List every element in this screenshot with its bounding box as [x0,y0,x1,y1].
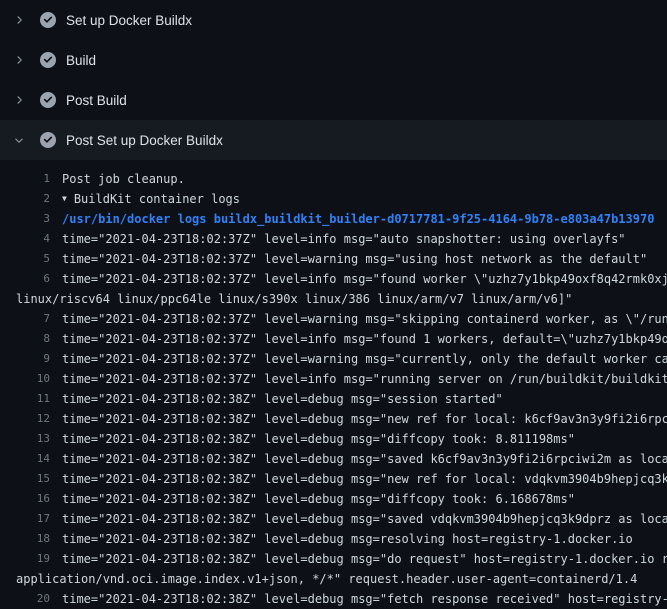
check-circle-icon [40,132,56,148]
log-text: time="2021-04-23T18:02:37Z" level=warnin… [62,349,667,369]
log-line-continuation: application/vnd.oci.image.index.v1+json,… [0,569,667,589]
log-line: 12 time="2021-04-23T18:02:38Z" level=debu… [0,409,667,429]
log-line: 17 time="2021-04-23T18:02:38Z" level=debu… [0,509,667,529]
log-text: time="2021-04-23T18:02:38Z" level=debug … [62,509,667,529]
line-number[interactable]: 6 [0,269,50,289]
log-text: time="2021-04-23T18:02:37Z" level=info m… [62,269,667,289]
log-text: time="2021-04-23T18:02:37Z" level=warnin… [62,249,647,269]
log-line-continuation: linux/riscv64 linux/ppc64le linux/s390x … [0,289,667,309]
check-circle-icon [40,12,56,28]
line-number[interactable]: 16 [0,489,50,509]
line-number[interactable]: 10 [0,369,50,389]
log-line: 15 time="2021-04-23T18:02:38Z" level=debu… [0,469,667,489]
log-line: 1 Post job cleanup. [0,169,667,189]
line-number[interactable]: 12 [0,409,50,429]
workflow-log-viewer: Set up Docker Buildx Build Post Build Post … [0,0,667,609]
log-line: 20 time="2021-04-23T18:02:38Z" level=debu… [0,589,667,609]
log-text: linux/riscv64 linux/ppc64le linux/s390x … [16,289,572,309]
log-line: 7 time="2021-04-23T18:02:37Z" level=warni… [0,309,667,329]
check-circle-icon [40,52,56,68]
chevron-right-icon [13,94,25,106]
log-text: time="2021-04-23T18:02:38Z" level=debug … [62,389,503,409]
log-line: 6 time="2021-04-23T18:02:37Z" level=info … [0,269,667,289]
line-number[interactable]: 13 [0,429,50,449]
log-line: 8 time="2021-04-23T18:02:37Z" level=info … [0,329,667,349]
line-number[interactable]: 1 [0,169,50,189]
log-text: time="2021-04-23T18:02:38Z" level=debug … [62,529,633,549]
line-number[interactable]: 3 [0,209,50,229]
line-number[interactable]: 4 [0,229,50,249]
line-number[interactable]: 5 [0,249,50,269]
section-header-post-set-up-docker-buildx[interactable]: Post Set up Docker Buildx [0,120,667,160]
check-circle-icon [40,92,56,108]
line-number[interactable]: 11 [0,389,50,409]
log-text: time="2021-04-23T18:02:38Z" level=debug … [62,589,667,609]
log-text: time="2021-04-23T18:02:38Z" level=debug … [62,409,667,429]
log-line: 18 time="2021-04-23T18:02:38Z" level=debu… [0,529,667,549]
line-number[interactable]: 7 [0,309,50,329]
chevron-down-icon [13,134,25,146]
log-text: application/vnd.oci.image.index.v1+json,… [16,569,637,589]
line-number[interactable]: 15 [0,469,50,489]
log-line: 13 time="2021-04-23T18:02:38Z" level=debu… [0,429,667,449]
log-text: time="2021-04-23T18:02:37Z" level=info m… [62,229,626,249]
line-number[interactable]: 18 [0,529,50,549]
line-number[interactable]: 17 [0,509,50,529]
log-text: time="2021-04-23T18:02:38Z" level=debug … [62,429,575,449]
log-text: time="2021-04-23T18:02:37Z" level=info m… [62,369,667,389]
log-line: 9 time="2021-04-23T18:02:37Z" level=warni… [0,349,667,369]
log-text[interactable]: BuildKit container logs [74,189,240,209]
section-header-post-build[interactable]: Post Build [0,80,667,120]
command-text[interactable]: /usr/bin/docker logs buildx_buildkit_bui… [62,209,654,229]
log-text: time="2021-04-23T18:02:38Z" level=debug … [62,549,667,569]
group-toggle-icon[interactable]: ▼ [62,189,67,209]
log-text: time="2021-04-23T18:02:38Z" level=debug … [62,449,667,469]
line-number[interactable]: 2 [0,189,50,209]
log-text: time="2021-04-23T18:02:38Z" level=debug … [62,489,575,509]
section-label: Build [66,53,96,68]
line-number[interactable]: 8 [0,329,50,349]
log-line: 14 time="2021-04-23T18:02:38Z" level=debu… [0,449,667,469]
log-line: 10 time="2021-04-23T18:02:37Z" level=info… [0,369,667,389]
log-line: 11 time="2021-04-23T18:02:38Z" level=debu… [0,389,667,409]
section-header-set-up-docker-buildx[interactable]: Set up Docker Buildx [0,0,667,40]
line-number[interactable]: 19 [0,549,50,569]
log-text: time="2021-04-23T18:02:37Z" level=info m… [62,329,667,349]
log-output: 1 Post job cleanup. 2 ▼ BuildKit container l… [0,160,667,609]
line-number[interactable]: 14 [0,449,50,469]
log-line: 16 time="2021-04-23T18:02:38Z" level=debu… [0,489,667,509]
log-text: Post job cleanup. [62,169,185,189]
chevron-right-icon [13,54,25,66]
step-sections: Set up Docker Buildx Build Post Build Post … [0,0,667,160]
section-label: Post Build [66,93,127,108]
line-number[interactable]: 9 [0,349,50,369]
log-line: 2 ▼ BuildKit container logs [0,189,667,209]
section-label: Post Set up Docker Buildx [66,133,223,148]
log-line: 5 time="2021-04-23T18:02:37Z" level=warni… [0,249,667,269]
chevron-right-icon [13,14,25,26]
log-line: 3/usr/bin/docker logs buildx_buildkit_bu… [0,209,667,229]
log-line: 19 time="2021-04-23T18:02:38Z" level=debu… [0,549,667,569]
line-number[interactable]: 20 [0,589,50,609]
section-label: Set up Docker Buildx [66,13,192,28]
section-header-build[interactable]: Build [0,40,667,80]
log-text: time="2021-04-23T18:02:37Z" level=warnin… [62,309,667,329]
log-text: time="2021-04-23T18:02:38Z" level=debug … [62,469,667,489]
log-line: 4 time="2021-04-23T18:02:37Z" level=info … [0,229,667,249]
